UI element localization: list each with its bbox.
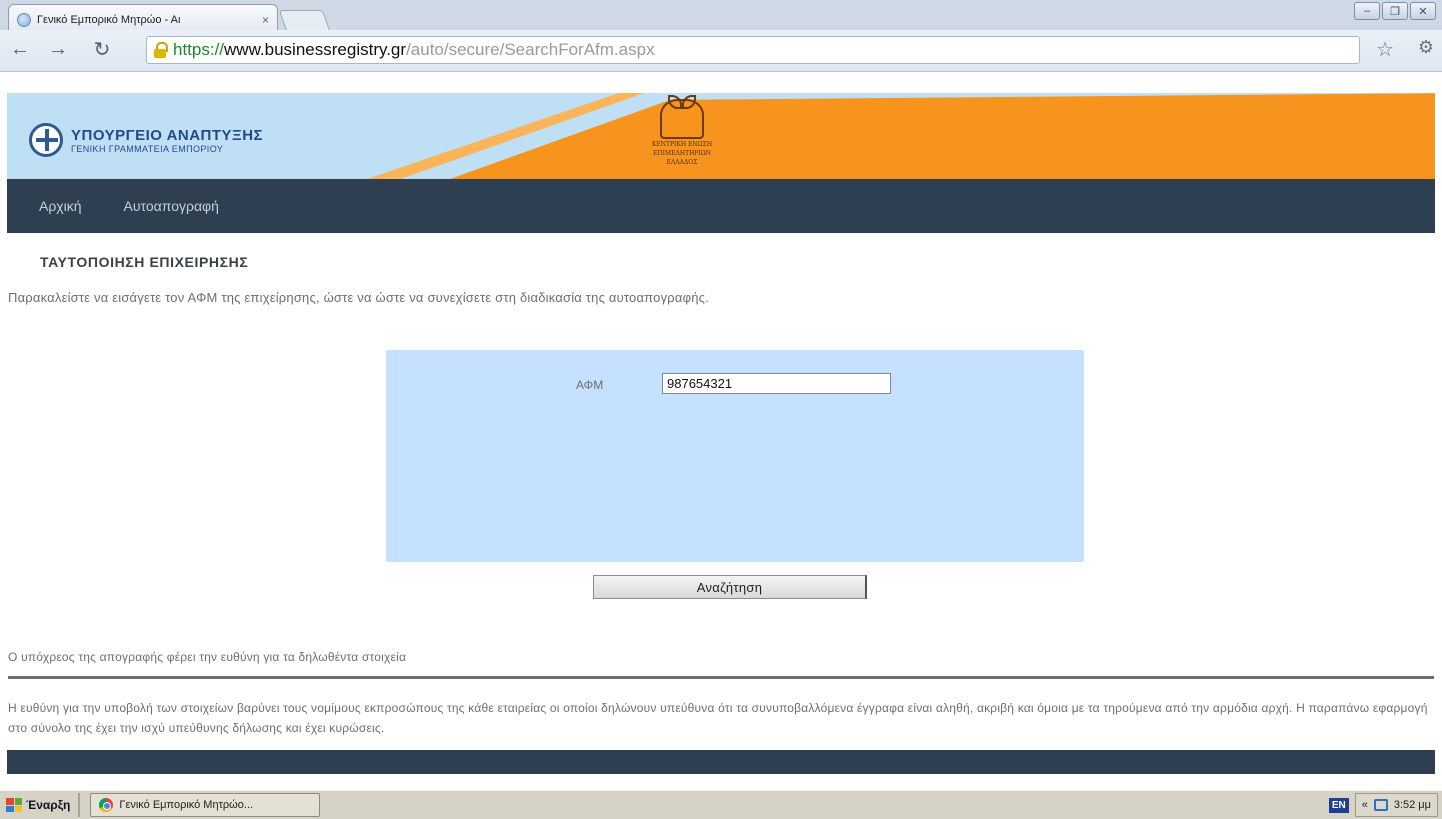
address-bar[interactable]: https:// www.businessregistry.gr /auto/s… xyxy=(146,36,1360,64)
header-orange-band xyxy=(450,93,1435,179)
back-arrow-icon[interactable]: ← xyxy=(8,37,32,61)
tab-close-icon[interactable]: × xyxy=(262,13,269,27)
system-tray: EN « 3:52 μμ xyxy=(1328,793,1438,817)
start-button[interactable]: Έναρξη xyxy=(0,793,81,817)
language-indicator[interactable]: EN xyxy=(1328,797,1349,813)
ministry-subtitle: ΓΕΝΙΚΗ ΓΡΑΜΜΑΤΕΙΑ ΕΜΠΟΡΙΟΥ xyxy=(71,143,224,154)
kede-logo: ΚΕΝΤΡΙΚΗ ΕΝΩΣΗ ΕΠΙΜΕΛΗΤΗΡΙΩΝ ΕΛΛΑΔΟΣ xyxy=(647,95,717,166)
network-icon[interactable] xyxy=(1373,799,1388,811)
ministry-logo[interactable]: ΥΠΟΥΡΓΕΙΟ ΑΝΑΠΤΥΞΗΣ ΓΕΝΙΚΗ ΓΡΑΜΜΑΤΕΙΑ ΕΜ… xyxy=(29,123,263,157)
disclaimer-responsibility: Ο υπόχρεος της απογραφής φέρει την ευθύν… xyxy=(8,650,407,664)
instructions-text: Παρακαλείστε να εισάγετε τον ΑΦΜ της επι… xyxy=(8,290,709,305)
hermes-helmet-icon xyxy=(660,95,704,139)
afm-form-panel: ΑΦΜ xyxy=(386,350,1084,562)
url-host: www.businessregistry.gr xyxy=(224,40,407,59)
site-header: ΥΠΟΥΡΓΕΙΟ ΑΝΑΠΤΥΞΗΣ ΓΕΝΙΚΗ ΓΡΑΜΜΑΤΕΙΑ ΕΜ… xyxy=(7,93,1435,179)
disclaimer-legal: Η ευθύνη για την υποβολή των στοιχείων β… xyxy=(8,701,1428,735)
taskbar-chrome-window[interactable]: Γενικό Εμπορικό Μητρώο... xyxy=(90,793,321,817)
chrome-icon xyxy=(99,798,114,812)
window-controls: – ❐ ✕ xyxy=(1354,2,1436,20)
afm-input[interactable] xyxy=(662,373,891,394)
tray-area: « 3:52 μμ xyxy=(1354,793,1438,817)
bookmark-star-icon[interactable]: ☆ xyxy=(1376,37,1394,62)
nav-self-registration[interactable]: Αυτοαπογραφή xyxy=(124,198,219,214)
wrench-icon[interactable]: ⚙ xyxy=(1418,37,1434,58)
page-title: ΤΑΥΤΟΠΟΙΗΣΗ ΕΠΙΧΕΙΡΗΣΗΣ xyxy=(40,254,249,270)
restore-icon[interactable]: ❐ xyxy=(1382,2,1408,20)
ministry-name: ΥΠΟΥΡΓΕΙΟ ΑΝΑΠΤΥΞΗΣ xyxy=(71,126,264,144)
site-footer xyxy=(7,750,1435,774)
start-label: Έναρξη xyxy=(26,798,71,812)
taskbar-window-title: Γενικό Εμπορικό Μητρώο... xyxy=(119,799,254,811)
windows-taskbar: Έναρξη Γενικό Εμπορικό Μητρώο... EN « 3:… xyxy=(0,790,1442,819)
minimize-icon[interactable]: – xyxy=(1354,2,1380,20)
browser-toolbar: ← → ↻ https:// www.businessregistry.gr /… xyxy=(0,30,1442,72)
tab-title: Γενικό Εμπορικό Μητρώο - Αι xyxy=(37,13,181,26)
url-path: /auto/secure/SearchForAfm.aspx xyxy=(406,40,655,59)
divider xyxy=(8,676,1434,679)
globe-icon xyxy=(17,12,31,27)
close-window-icon[interactable]: ✕ xyxy=(1410,2,1436,20)
forward-arrow-icon[interactable]: → xyxy=(46,37,70,61)
url-scheme: https:// xyxy=(173,40,225,59)
afm-label: ΑΦΜ xyxy=(576,378,604,392)
windows-logo-icon xyxy=(6,798,22,812)
tray-expand-icon[interactable]: « xyxy=(1362,799,1368,811)
search-button[interactable]: Αναζήτηση xyxy=(593,575,867,599)
kede-line-2: ΕΠΙΜΕΛΗΤΗΡΙΩΝ xyxy=(653,150,711,157)
greek-emblem-icon xyxy=(29,123,63,157)
clock: 3:52 μμ xyxy=(1393,799,1431,811)
nav-home[interactable]: Αρχική xyxy=(39,198,82,214)
reload-icon[interactable]: ↻ xyxy=(90,37,114,61)
kede-line-3: ΕΛΛΑΔΟΣ xyxy=(666,159,698,166)
lock-icon xyxy=(153,42,168,58)
main-nav: Αρχική Αυτοαπογραφή xyxy=(7,179,1435,233)
kede-line-1: ΚΕΝΤΡΙΚΗ ΕΝΩΣΗ xyxy=(651,141,713,148)
